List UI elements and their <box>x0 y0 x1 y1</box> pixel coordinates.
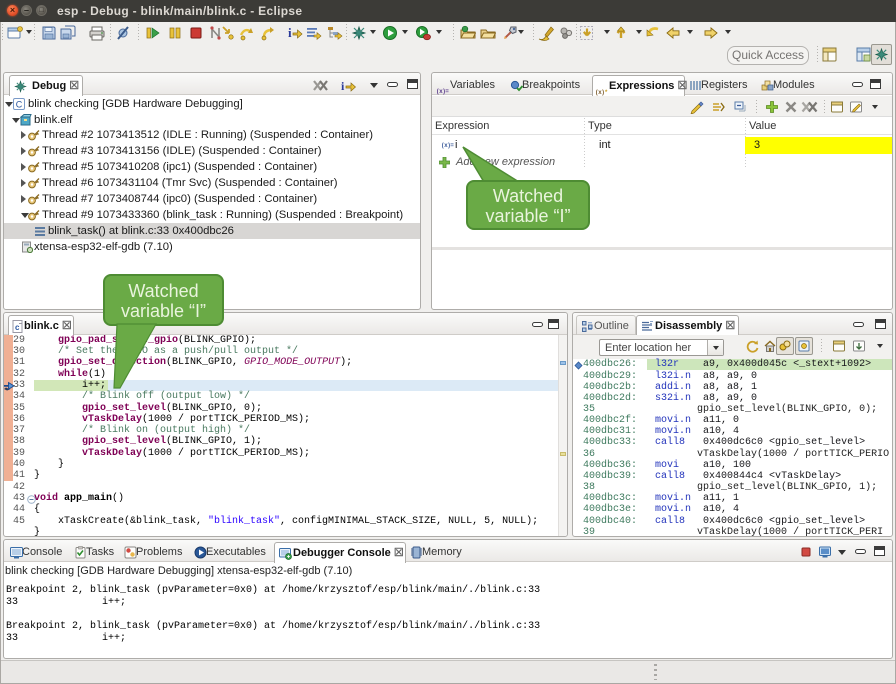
svg-text:i: i <box>288 25 292 40</box>
svg-text:i: i <box>341 79 345 92</box>
svg-text:C: C <box>16 100 23 110</box>
svg-text:c: c <box>15 323 20 332</box>
